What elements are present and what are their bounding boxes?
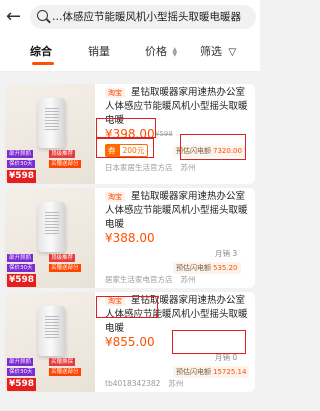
promo-badge: 部开抓抓 bbox=[7, 254, 34, 262]
sort-tabs: 综合 销量 价格 ▲ ▼ 筛选 ▽ bbox=[0, 36, 260, 72]
shop-name: tb4018342382 bbox=[105, 379, 161, 388]
promo-badge: 部开抓抓 bbox=[7, 358, 34, 366]
promo-strip: 部开抓抓 买赠换保 保价30天 买赠送部分 ¥598 bbox=[5, 358, 95, 392]
predicted-value: 15725.14 bbox=[213, 368, 247, 376]
tab-price[interactable]: 价格 ▲ ▼ bbox=[145, 44, 177, 60]
product-title[interactable]: 星钻取暖器家用速热办公室人体感应节能暖风机小型摇头取暖电暖 bbox=[105, 190, 250, 232]
filter-icon: ▽ bbox=[228, 47, 237, 58]
promo-badge: 买赠送部分 bbox=[49, 160, 81, 168]
promo-badge: 保价30天 bbox=[7, 368, 35, 376]
promo-strip: 部开抓抓 顶级推荐 保价30天 买赠送部分 ¥598 bbox=[5, 150, 95, 184]
tab-overall-label: 综合 bbox=[30, 45, 52, 58]
active-tab-indicator bbox=[32, 62, 54, 65]
tab-price-label: 价格 bbox=[145, 45, 167, 58]
shop-info[interactable]: tb4018342382 苏州 bbox=[105, 378, 183, 390]
search-icon bbox=[37, 10, 48, 21]
promo-badge: 保价30天 bbox=[7, 160, 35, 168]
predicted-value: 535.20 bbox=[213, 264, 238, 272]
promo-badge: 保价30天 bbox=[7, 264, 35, 272]
tab-filter[interactable]: 筛选 ▽ bbox=[200, 44, 236, 61]
predicted-label: 预估闪电额 bbox=[176, 264, 211, 272]
product-image[interactable]: 部开抓抓 买赠换保 保价30天 买赠送部分 ¥598 bbox=[5, 292, 95, 392]
tab-sales-label: 销量 bbox=[88, 45, 110, 58]
shop-city: 苏州 bbox=[180, 275, 196, 284]
product-image[interactable]: 部开抓抓 顶级推荐 保价30天 买赠送部分 ¥598 bbox=[5, 188, 95, 288]
sort-arrows-icon: ▲ ▼ bbox=[172, 46, 178, 58]
predicted-label: 预估闪电额 bbox=[176, 368, 211, 376]
search-query-text: …体感应节能暖风机小型摇头取暖电暖器 bbox=[52, 11, 241, 23]
promo-badge: 顶级推荐 bbox=[49, 150, 76, 158]
promo-badge: 买赠换保 bbox=[49, 358, 76, 366]
promo-badge: 买赠送部分 bbox=[49, 368, 81, 376]
original-price: ¥598 bbox=[155, 130, 173, 138]
tab-sales[interactable]: 销量 bbox=[88, 44, 110, 60]
promo-badge: 顶级推荐 bbox=[49, 254, 76, 262]
monthly-sales: 月销 3 bbox=[215, 249, 238, 258]
deal-price: ¥598 bbox=[7, 170, 37, 183]
shop-name: 居家生活家电官方店 bbox=[105, 275, 173, 284]
promo-badge: 买赠送部分 bbox=[49, 264, 81, 272]
back-arrow-icon[interactable]: ← bbox=[6, 6, 26, 28]
highlight-price-box bbox=[96, 118, 156, 138]
shop-info[interactable]: 居家生活家电官方店 苏州 bbox=[105, 274, 196, 286]
predicted-amount: 预估闪电额 535.20 bbox=[173, 262, 241, 274]
product-card[interactable]: 部开抓抓 顶级推荐 保价30天 买赠送部分 ¥598 淘宝 星钻取暖器家用速热办… bbox=[5, 188, 255, 288]
tab-overall[interactable]: 综合 bbox=[30, 44, 54, 65]
search-input[interactable]: …体感应节能暖风机小型摇头取暖电暖器 bbox=[30, 5, 256, 29]
highlight-coupon-box bbox=[96, 138, 154, 158]
product-price: ¥388.00 bbox=[105, 231, 155, 245]
heater-image-icon bbox=[38, 98, 66, 148]
deal-price: ¥598 bbox=[7, 378, 37, 391]
promo-strip: 部开抓抓 顶级推荐 保价30天 买赠送部分 ¥598 bbox=[5, 254, 95, 288]
shop-city: 苏州 bbox=[168, 379, 184, 388]
highlight-predict-box bbox=[180, 134, 246, 160]
product-image[interactable]: 部开抓抓 顶级推荐 保价30天 买赠送部分 ¥598 bbox=[5, 84, 95, 184]
promo-badge: 部开抓抓 bbox=[7, 150, 34, 158]
heater-image-icon bbox=[38, 306, 66, 356]
product-price: ¥855.00 bbox=[105, 335, 155, 349]
top-bar: ← …体感应节能暖风机小型摇头取暖电暖器 bbox=[0, 0, 260, 36]
highlight-predict-box-3 bbox=[172, 330, 246, 354]
shop-name: 日本家居生活官方店 bbox=[105, 163, 173, 172]
tab-filter-label: 筛选 bbox=[200, 45, 222, 58]
deal-price: ¥598 bbox=[7, 274, 37, 287]
highlight-price-box-3 bbox=[96, 296, 158, 318]
predicted-amount: 预估闪电额 15725.14 bbox=[173, 366, 250, 378]
heater-image-icon bbox=[38, 202, 66, 252]
shop-city: 苏州 bbox=[180, 163, 196, 172]
shop-info[interactable]: 日本家居生活官方店 苏州 bbox=[105, 162, 196, 174]
